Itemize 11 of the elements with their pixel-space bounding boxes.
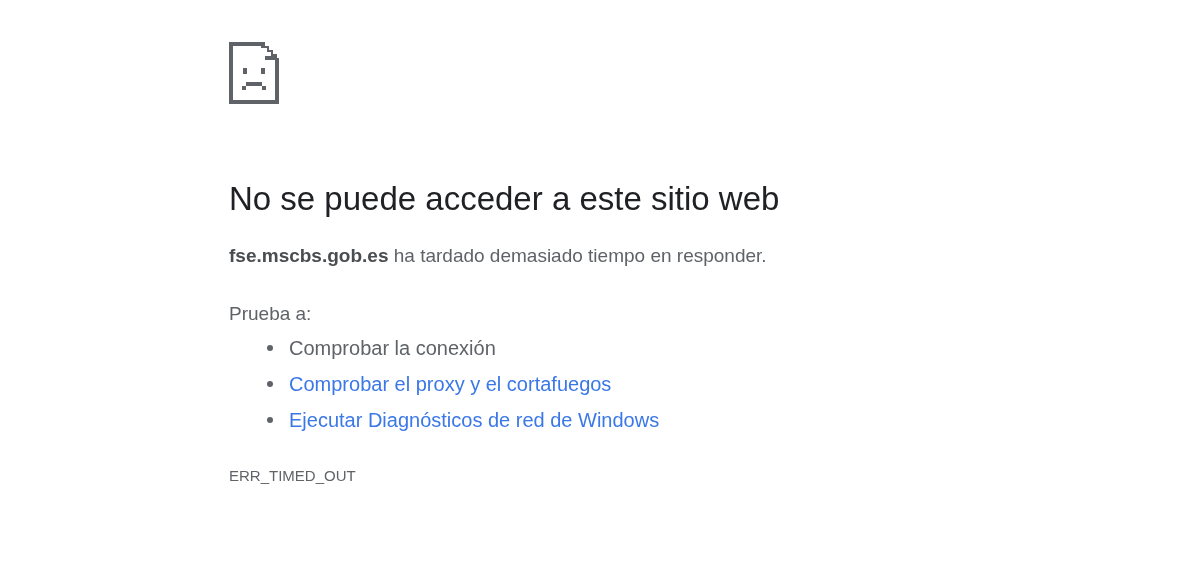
sad-page-icon bbox=[229, 42, 279, 104]
suggestion-text: Comprobar la conexión bbox=[289, 336, 496, 360]
page-heading: No se puede acceder a este sitio web bbox=[229, 179, 780, 219]
bullet-icon bbox=[267, 417, 273, 423]
suggestion-link[interactable]: Ejecutar Diagnósticos de red de Windows bbox=[289, 408, 660, 432]
bullet-icon bbox=[267, 345, 273, 351]
error-code: ERR_TIMED_OUT bbox=[229, 467, 356, 484]
suggestion-link[interactable]: Comprobar el proxy y el cortafuegos bbox=[289, 372, 612, 396]
suggestions-heading: Prueba a: bbox=[229, 302, 312, 326]
error-message: fse.mscbs.gob.es ha tardado demasiado tiempo en responder. bbox=[229, 244, 767, 268]
bullet-icon bbox=[267, 381, 273, 387]
